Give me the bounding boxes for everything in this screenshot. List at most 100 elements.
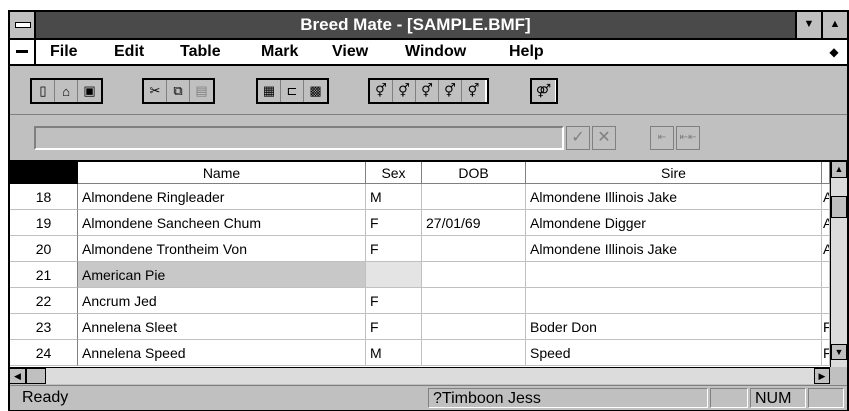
row-number-cell[interactable]: 23 xyxy=(10,314,78,340)
status-num-indicator: NUM xyxy=(750,388,806,408)
dob-cell[interactable] xyxy=(422,340,526,366)
column-header-next[interactable] xyxy=(822,162,830,184)
name-cell[interactable]: Annelena Speed xyxy=(78,340,366,366)
dob-cell[interactable]: 27/01/69 xyxy=(422,210,526,236)
sire-cell[interactable]: Boder Don xyxy=(526,314,822,340)
menu-help[interactable]: Help xyxy=(509,40,544,64)
status-message: Ready xyxy=(22,389,69,406)
row-number-cell[interactable]: 22 xyxy=(10,288,78,314)
copy-icon[interactable]: ⧉ xyxy=(167,80,190,102)
sire-cell[interactable]: Almondene Illinois Jake xyxy=(526,184,822,210)
table-row[interactable]: 24Annelena SpeedM SpeedF xyxy=(10,340,830,366)
cancel-button[interactable]: ✕ xyxy=(592,126,616,150)
next-column-cell[interactable] xyxy=(822,288,830,314)
vertical-scroll-thumb[interactable] xyxy=(831,196,847,218)
grid-corner[interactable] xyxy=(10,162,78,184)
row-number-cell[interactable]: 20 xyxy=(10,236,78,262)
cut-icon[interactable]: ✂ xyxy=(144,80,167,102)
dob-cell[interactable] xyxy=(422,262,526,288)
scroll-right-arrow[interactable]: ▶ xyxy=(814,368,830,384)
form-icon[interactable]: ▩ xyxy=(304,80,327,102)
save-icon[interactable]: ▣ xyxy=(78,80,101,102)
name-cell[interactable]: Almondene Sancheen Chum xyxy=(78,210,366,236)
column-header-sex[interactable]: Sex xyxy=(366,162,422,184)
sex-cell[interactable]: M xyxy=(366,340,422,366)
column-header-dob[interactable]: DOB xyxy=(422,162,526,184)
menu-window[interactable]: Window xyxy=(405,40,466,64)
sire-cell[interactable] xyxy=(526,288,822,314)
next-column-cell[interactable] xyxy=(822,262,830,288)
name-cell[interactable]: American Pie xyxy=(78,262,366,288)
name-cell[interactable]: Annelena Sleet xyxy=(78,314,366,340)
table-row[interactable]: 19 Almondene Sancheen Chum F 27/01/69 Almond… xyxy=(10,210,830,236)
table-icon[interactable]: ▦ xyxy=(258,80,281,102)
tree-icon[interactable]: ⊏ xyxy=(281,80,304,102)
maximize-button[interactable]: ▲ xyxy=(821,12,847,38)
horizontal-scroll-thumb[interactable] xyxy=(26,368,46,384)
dob-cell[interactable] xyxy=(422,184,526,210)
dob-cell[interactable] xyxy=(422,236,526,262)
mate-icon[interactable]: ⚤ xyxy=(532,80,555,102)
menu-edit[interactable]: Edit xyxy=(114,40,144,64)
edit-field[interactable] xyxy=(34,126,564,150)
table-row[interactable]: 21 American Pie xyxy=(10,262,830,288)
confirm-button[interactable]: ✓ xyxy=(566,126,590,150)
pedigree-5-icon[interactable]: ⚥ xyxy=(462,80,485,102)
table-row[interactable]: 18 Almondene Ringleader M Almondene Illinoi… xyxy=(10,184,830,210)
dob-cell[interactable] xyxy=(422,314,526,340)
pedigree-4-icon[interactable]: ⚥ xyxy=(439,80,462,102)
table-row[interactable]: 23Annelena SleetFBoder DonF xyxy=(10,314,830,340)
sire-cell[interactable]: Almondene Illinois Jake xyxy=(526,236,822,262)
name-cell[interactable]: Ancrum Jed xyxy=(78,288,366,314)
table-row[interactable]: 20 Almondene Trontheim Von F Almondene Illi… xyxy=(10,236,830,262)
name-cell[interactable]: Almondene Trontheim Von xyxy=(78,236,366,262)
data-grid[interactable]: Name Sex DOB Sire 18 Almondene Ringleader… xyxy=(10,162,830,367)
paste-icon[interactable]: ▤ xyxy=(190,80,213,102)
sex-cell[interactable]: F xyxy=(366,314,422,340)
menu-mark[interactable]: Mark xyxy=(261,40,298,64)
pedigree-2-icon[interactable]: ⚥ xyxy=(393,80,416,102)
scroll-up-arrow[interactable]: ▲ xyxy=(831,162,847,178)
sex-cell[interactable]: M xyxy=(366,184,422,210)
sire-cell[interactable] xyxy=(526,262,822,288)
sire-cell[interactable]: Speed xyxy=(526,340,822,366)
sex-cell[interactable] xyxy=(366,262,422,288)
next-column-cell[interactable]: A xyxy=(822,236,830,262)
document-system-menu-button[interactable] xyxy=(10,40,36,64)
menu-view[interactable]: View xyxy=(332,40,368,64)
pedigree-3-icon[interactable]: ⚥ xyxy=(416,80,439,102)
row-number-cell[interactable]: 21 xyxy=(10,262,78,288)
sire-cell[interactable]: Almondene Digger xyxy=(526,210,822,236)
document-restore-button[interactable]: ◆ xyxy=(821,40,847,64)
next-column-cell[interactable]: A xyxy=(822,184,830,210)
scroll-left-arrow[interactable]: ◀ xyxy=(10,368,26,384)
row-number-cell[interactable]: 24 xyxy=(10,340,78,366)
row-number-cell[interactable]: 18 xyxy=(10,184,78,210)
sex-cell[interactable]: F xyxy=(366,236,422,262)
column-header-name[interactable]: Name xyxy=(78,162,366,184)
name-cell[interactable]: Almondene Ringleader xyxy=(78,184,366,210)
system-menu-button[interactable] xyxy=(10,12,36,38)
new-icon[interactable]: ▯ xyxy=(32,80,55,102)
previous-button[interactable]: ⇤ xyxy=(650,126,674,150)
next-column-cell[interactable]: A xyxy=(822,210,830,236)
menu-table[interactable]: Table xyxy=(180,40,221,64)
column-header-sire[interactable]: Sire xyxy=(526,162,822,184)
open-icon[interactable]: ⌂ xyxy=(55,80,78,102)
scroll-down-arrow[interactable]: ▼ xyxy=(831,344,847,360)
sex-cell[interactable]: F xyxy=(366,288,422,314)
sex-cell[interactable]: F xyxy=(366,210,422,236)
edit-line: ✓ ✕ ⇤ ⇤⇤ xyxy=(10,115,847,162)
dob-cell[interactable] xyxy=(422,288,526,314)
title-bar[interactable]: Breed Mate - [SAMPLE.BMF] ▼ ▲ xyxy=(10,12,847,40)
minimize-button[interactable]: ▼ xyxy=(795,12,821,38)
row-number-cell[interactable]: 19 xyxy=(10,210,78,236)
menu-file[interactable]: File xyxy=(50,40,78,64)
next-column-cell[interactable]: F xyxy=(822,340,830,366)
table-row[interactable]: 22 Ancrum Jed F xyxy=(10,288,830,314)
next-column-cell[interactable]: F xyxy=(822,314,830,340)
horizontal-scrollbar[interactable]: ◀ ▶ xyxy=(10,367,830,384)
pedigree-1-icon[interactable]: ⚥ xyxy=(370,80,393,102)
vertical-scrollbar[interactable]: ▲ ▼ xyxy=(830,162,847,367)
first-button[interactable]: ⇤⇤ xyxy=(676,126,700,150)
